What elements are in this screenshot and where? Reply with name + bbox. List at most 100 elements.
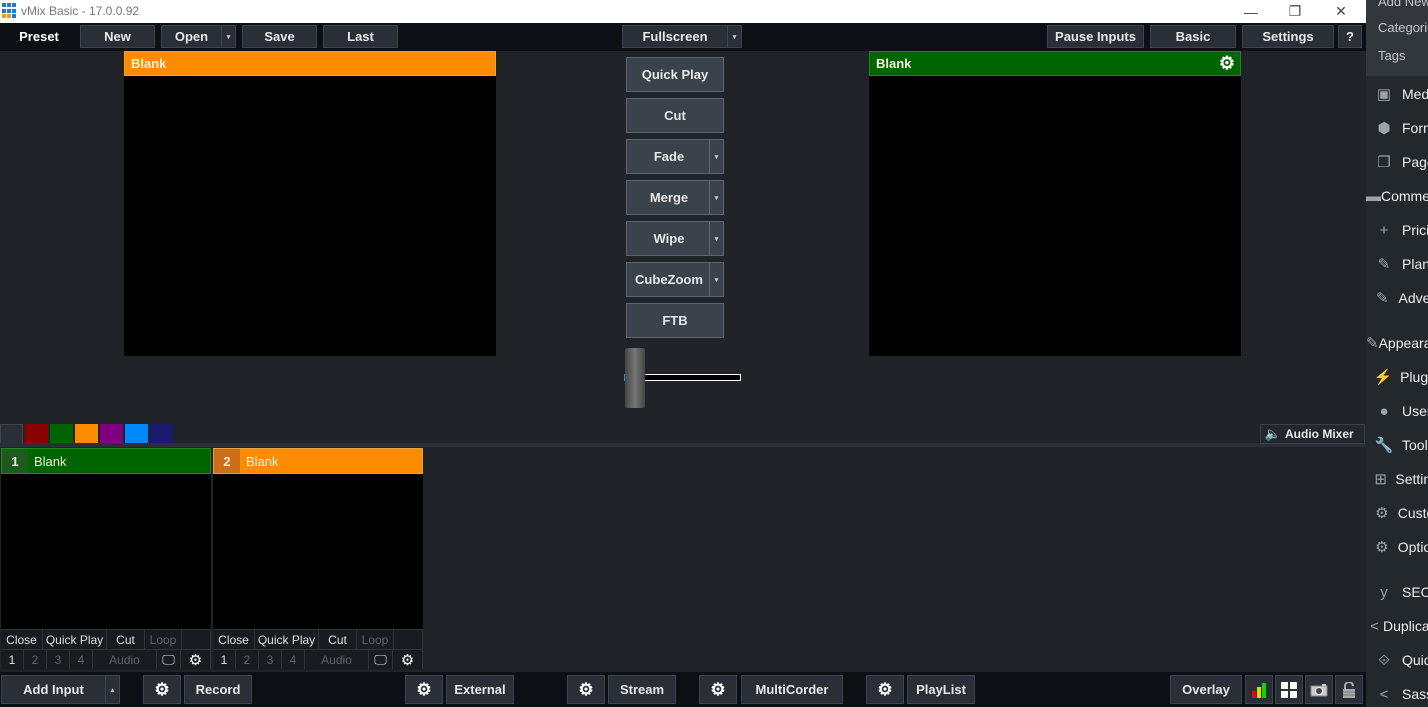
fullscreen-button[interactable]: Fullscreen ▾ <box>622 25 742 48</box>
overlay-3-button[interactable]: 3 <box>259 650 282 669</box>
restore-button[interactable]: ❐ <box>1272 0 1318 23</box>
wp-menu-item[interactable]: < Sassy <box>1366 679 1428 707</box>
audio-levels-icon[interactable] <box>1245 675 1273 704</box>
input-preview[interactable] <box>213 474 423 629</box>
submenu-item[interactable]: Tags <box>1378 48 1405 63</box>
wp-menu-item[interactable]: ▬Comments <box>1366 181 1428 211</box>
fullscreen-dropdown-caret-icon[interactable]: ▾ <box>727 26 741 47</box>
wp-menu-item[interactable]: 🔧 Tools <box>1366 430 1428 460</box>
close-input-button[interactable]: Close <box>213 630 255 649</box>
tbar-handle[interactable] <box>625 348 645 408</box>
color-tag-swatch[interactable] <box>75 424 98 444</box>
playlist-button[interactable]: PlayList <box>907 675 975 704</box>
quick-play-input-button[interactable]: Quick Play <box>43 630 107 649</box>
add-input-caret-icon[interactable]: ▴ <box>105 676 119 703</box>
snapshot-camera-icon[interactable] <box>1305 675 1333 704</box>
output-monitor[interactable]: Blank ⚙ <box>869 51 1241 356</box>
external-settings-gear-icon[interactable]: ⚙ <box>405 675 443 704</box>
overlay-2-button[interactable]: 2 <box>236 650 259 669</box>
wp-menu-item[interactable]: + Pricing <box>1366 215 1428 245</box>
wp-menu-item[interactable]: ✎ Plans <box>1366 249 1428 279</box>
input-tile[interactable]: 2 Blank Close Quick Play Cut Loop 1 2 3 … <box>213 448 423 670</box>
record-button[interactable]: Record <box>184 675 252 704</box>
overlay-1-button[interactable]: 1 <box>213 650 236 669</box>
submenu-item[interactable]: Categories <box>1378 20 1428 35</box>
color-tag-swatch[interactable] <box>100 424 123 444</box>
monitor-icon[interactable]: 🖵 <box>157 650 181 669</box>
wp-menu-item[interactable]: ✎ Adverts <box>1366 283 1428 313</box>
wp-menu-item[interactable]: ✎Appearance <box>1366 328 1428 358</box>
wp-menu-item[interactable]: ⊞ Settings <box>1366 464 1428 494</box>
quick-play-input-button[interactable]: Quick Play <box>255 630 319 649</box>
submenu-item[interactable]: Add New <box>1378 0 1428 9</box>
save-button[interactable]: Save <box>242 25 317 48</box>
overlay-2-button[interactable]: 2 <box>24 650 47 669</box>
last-button[interactable]: Last <box>323 25 398 48</box>
cut-input-button[interactable]: Cut <box>319 630 357 649</box>
help-button[interactable]: ? <box>1338 25 1362 48</box>
audio-input-button[interactable]: Audio <box>305 650 369 669</box>
basic-button[interactable]: Basic <box>1150 25 1236 48</box>
color-tag-swatch[interactable] <box>0 424 23 444</box>
input-preview[interactable] <box>1 474 211 629</box>
fade-button[interactable]: Fade ▾ <box>626 139 724 174</box>
preview-monitor[interactable]: Blank <box>124 51 496 356</box>
gear-icon[interactable]: ⚙ <box>1219 53 1235 74</box>
wp-menu-item[interactable]: ⚙ Options <box>1366 532 1428 562</box>
cut-input-button[interactable]: Cut <box>107 630 145 649</box>
add-input-button[interactable]: Add Input ▴ <box>1 675 120 704</box>
wipe-dropdown-caret-icon[interactable]: ▾ <box>709 222 723 255</box>
quick-play-button[interactable]: Quick Play <box>626 57 724 92</box>
lock-icon[interactable] <box>1335 675 1363 704</box>
monitor-icon[interactable]: 🖵 <box>369 650 393 669</box>
stream-button[interactable]: Stream <box>608 675 676 704</box>
overlay-1-button[interactable]: 1 <box>1 650 24 669</box>
pause-inputs-button[interactable]: Pause Inputs <box>1047 25 1144 48</box>
wp-menu-item[interactable]: ● Users <box>1366 396 1428 426</box>
ftb-button[interactable]: FTB <box>626 303 724 338</box>
merge-dropdown-caret-icon[interactable]: ▾ <box>709 181 723 214</box>
stream-settings-gear-icon[interactable]: ⚙ <box>567 675 605 704</box>
input-tile[interactable]: 1 Blank Close Quick Play Cut Loop 1 2 3 … <box>1 448 211 670</box>
audio-mixer-button[interactable]: 🔈 Audio Mixer <box>1260 424 1365 444</box>
cubezoom-button[interactable]: CubeZoom ▾ <box>626 262 724 297</box>
audio-input-button[interactable]: Audio <box>93 650 157 669</box>
wipe-button[interactable]: Wipe ▾ <box>626 221 724 256</box>
multicorder-settings-gear-icon[interactable]: ⚙ <box>699 675 737 704</box>
wp-menu-item[interactable]: ▣ Media <box>1366 79 1428 109</box>
multiview-grid-icon[interactable] <box>1275 675 1303 704</box>
fade-dropdown-caret-icon[interactable]: ▾ <box>709 140 723 173</box>
gear-icon[interactable]: ⚙ <box>181 650 211 669</box>
cubezoom-dropdown-caret-icon[interactable]: ▾ <box>709 263 723 296</box>
wp-menu-item[interactable]: ⚙ Custom <box>1366 498 1428 528</box>
record-settings-gear-icon[interactable]: ⚙ <box>143 675 181 704</box>
wp-menu-item[interactable]: y SEO <box>1366 577 1428 607</box>
merge-button[interactable]: Merge ▾ <box>626 180 724 215</box>
close-button[interactable]: ✕ <box>1318 0 1364 23</box>
open-dropdown-caret-icon[interactable]: ▾ <box>221 26 235 47</box>
external-button[interactable]: External <box>446 675 514 704</box>
cut-button[interactable]: Cut <box>626 98 724 133</box>
color-tag-swatch[interactable] <box>150 424 173 444</box>
close-input-button[interactable]: Close <box>1 630 43 649</box>
loop-input-button[interactable]: Loop <box>357 630 394 649</box>
new-button[interactable]: New <box>80 25 155 48</box>
wp-menu-item[interactable]: ⬢ Forms <box>1366 113 1428 143</box>
multicorder-button[interactable]: MultiCorder <box>741 675 843 704</box>
wp-menu-item[interactable]: ⚡ Plugins <box>1366 362 1428 392</box>
open-button[interactable]: Open ▾ <box>161 25 236 48</box>
wp-menu-item[interactable]: <Duplicator <box>1366 611 1428 641</box>
settings-button[interactable]: Settings <box>1242 25 1334 48</box>
overlay-4-button[interactable]: 4 <box>70 650 93 669</box>
color-tag-swatch[interactable] <box>50 424 73 444</box>
overlay-3-button[interactable]: 3 <box>47 650 70 669</box>
wp-menu-item[interactable]: ⟐ Quick <box>1366 645 1428 675</box>
playlist-settings-gear-icon[interactable]: ⚙ <box>866 675 904 704</box>
minimize-button[interactable]: — <box>1228 0 1274 23</box>
gear-icon[interactable]: ⚙ <box>393 650 423 669</box>
wp-menu-item[interactable]: ❐ Pages <box>1366 147 1428 177</box>
overlay-4-button[interactable]: 4 <box>282 650 305 669</box>
color-tag-swatch[interactable] <box>125 424 148 444</box>
overlay-button[interactable]: Overlay <box>1170 675 1242 704</box>
color-tag-swatch[interactable] <box>25 424 48 444</box>
